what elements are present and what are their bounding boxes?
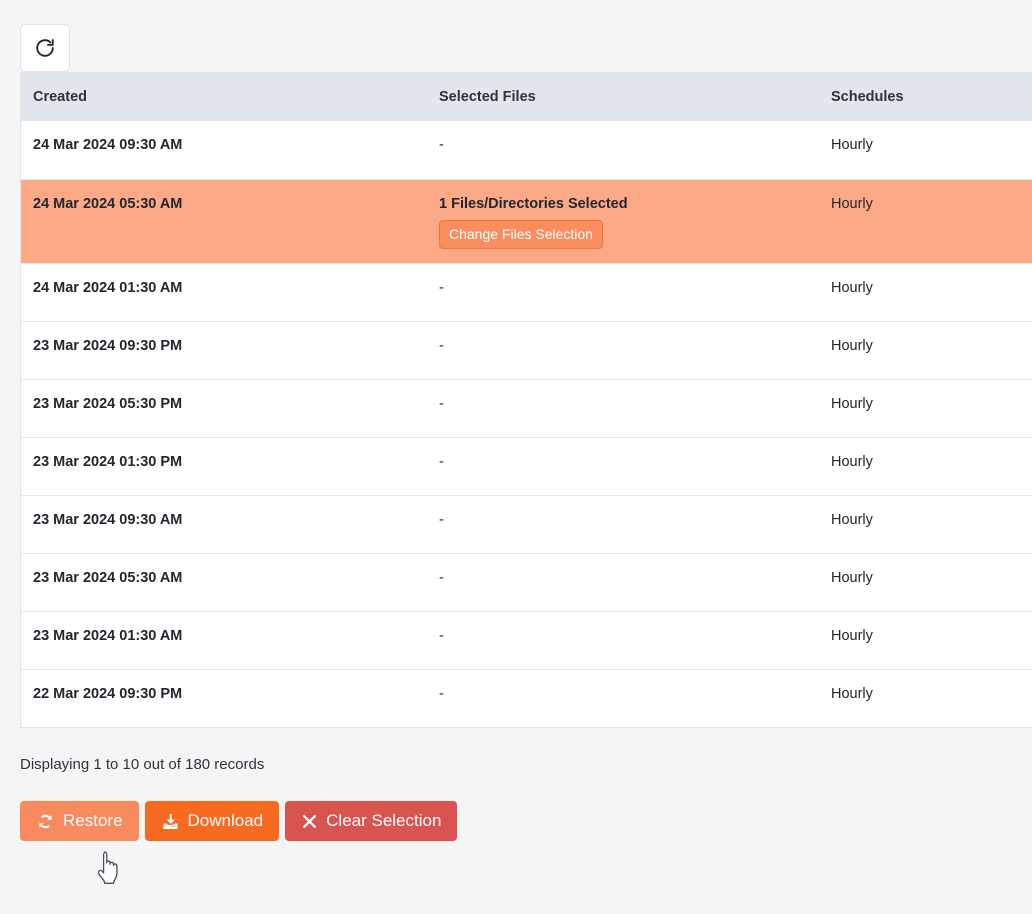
table-row[interactable]: 23 Mar 2024 01:30 AM - Hourly <box>21 610 1032 669</box>
records-info: Displaying 1 to 10 out of 180 records <box>20 756 265 773</box>
cell-created: 22 Mar 2024 09:30 PM <box>21 668 427 727</box>
cell-schedules: Hourly <box>819 262 1032 321</box>
table-row[interactable]: 23 Mar 2024 09:30 PM - Hourly <box>21 320 1032 379</box>
cell-selected-files: - <box>427 494 819 553</box>
cell-schedules: Hourly <box>819 320 1032 379</box>
cell-selected-files: - <box>427 668 819 727</box>
selected-files-text: - <box>439 453 444 470</box>
table-body: 24 Mar 2024 09:30 AM - Hourly 24 Mar 2024 0… <box>21 121 1032 727</box>
cell-selected-files: - <box>427 320 819 379</box>
cell-schedules: Hourly <box>819 436 1032 495</box>
cell-selected-files: - <box>427 436 819 495</box>
action-bar: Restore Download Clear Selection <box>20 801 1032 841</box>
table-row[interactable]: 23 Mar 2024 05:30 PM - Hourly <box>21 378 1032 437</box>
cell-selected-files: - <box>427 610 819 669</box>
selected-files-text: - <box>439 685 444 702</box>
table-header-row: Created Selected Files Schedules <box>21 73 1032 121</box>
column-header-created[interactable]: Created <box>21 73 427 121</box>
restore-button-label: Restore <box>63 811 123 830</box>
cell-created: 23 Mar 2024 09:30 AM <box>21 494 427 553</box>
cell-selected-files: - <box>427 121 819 179</box>
cell-created: 23 Mar 2024 09:30 PM <box>21 320 427 379</box>
cell-schedules: Hourly <box>819 178 1032 263</box>
table-row[interactable]: 22 Mar 2024 09:30 PM - Hourly <box>21 668 1032 727</box>
cell-created: 24 Mar 2024 09:30 AM <box>33 137 183 153</box>
cell-schedules: Hourly <box>819 494 1032 553</box>
table-row[interactable]: 23 Mar 2024 05:30 AM - Hourly <box>21 552 1032 611</box>
cell-created: 23 Mar 2024 05:30 PM <box>21 378 427 437</box>
toolbar <box>0 0 1032 72</box>
selected-files-text: - <box>439 279 444 296</box>
cell-selected-files: - <box>427 378 819 437</box>
sync-arrows-icon <box>36 812 55 831</box>
backups-table-container: Created Selected Files Schedules 24 Mar … <box>20 72 1032 728</box>
selected-files-text: - <box>439 627 444 644</box>
table-row[interactable]: 24 Mar 2024 05:30 AM 1 Files/Directories … <box>21 178 1032 263</box>
cell-created: 23 Mar 2024 01:30 AM <box>21 610 427 669</box>
download-button[interactable]: Download <box>144 801 280 841</box>
cell-schedules: Hourly <box>831 137 873 153</box>
restore-button[interactable]: Restore <box>20 801 139 841</box>
selected-files-text: - <box>439 337 444 354</box>
cell-created: 23 Mar 2024 05:30 AM <box>21 552 427 611</box>
column-header-selected-files[interactable]: Selected Files <box>427 73 819 121</box>
clear-selection-button-label: Clear Selection <box>326 811 442 830</box>
table-row[interactable]: 24 Mar 2024 09:30 AM - Hourly <box>21 121 1032 179</box>
cell-schedules: Hourly <box>819 552 1032 611</box>
cell-selected-files: 1 Files/Directories Selected Change Files… <box>427 178 819 263</box>
selected-files-text: - <box>439 569 444 586</box>
cell-created: 23 Mar 2024 01:30 PM <box>21 436 427 495</box>
selected-files-text: - <box>439 137 444 153</box>
download-button-label: Download <box>187 811 264 830</box>
pointer-hand-cursor <box>96 851 122 885</box>
cell-schedules: Hourly <box>819 668 1032 727</box>
cell-schedules: Hourly <box>819 610 1032 669</box>
cell-created: 24 Mar 2024 01:30 AM <box>21 262 427 321</box>
change-files-selection-button[interactable]: Change Files Selection <box>439 219 603 249</box>
download-icon <box>161 812 180 831</box>
clear-selection-button[interactable]: Clear Selection <box>285 801 458 841</box>
selected-files-text: - <box>439 395 444 412</box>
backups-table: Created Selected Files Schedules 24 Mar … <box>21 73 1032 727</box>
table-header: Created Selected Files Schedules <box>21 73 1032 121</box>
refresh-icon <box>34 37 56 59</box>
close-x-icon <box>301 813 318 830</box>
table-row[interactable]: 23 Mar 2024 01:30 PM - Hourly <box>21 436 1032 495</box>
selected-files-text: - <box>439 511 444 528</box>
cell-schedules: Hourly <box>819 378 1032 437</box>
cell-selected-files: - <box>427 262 819 321</box>
refresh-button[interactable] <box>20 24 70 72</box>
column-header-schedules[interactable]: Schedules <box>819 73 1032 121</box>
table-row[interactable]: 24 Mar 2024 01:30 AM - Hourly <box>21 262 1032 321</box>
cell-created: 24 Mar 2024 05:30 AM <box>21 178 427 263</box>
selected-files-text: 1 Files/Directories Selected <box>439 195 628 212</box>
cell-selected-files: - <box>427 552 819 611</box>
table-row[interactable]: 23 Mar 2024 09:30 AM - Hourly <box>21 494 1032 553</box>
